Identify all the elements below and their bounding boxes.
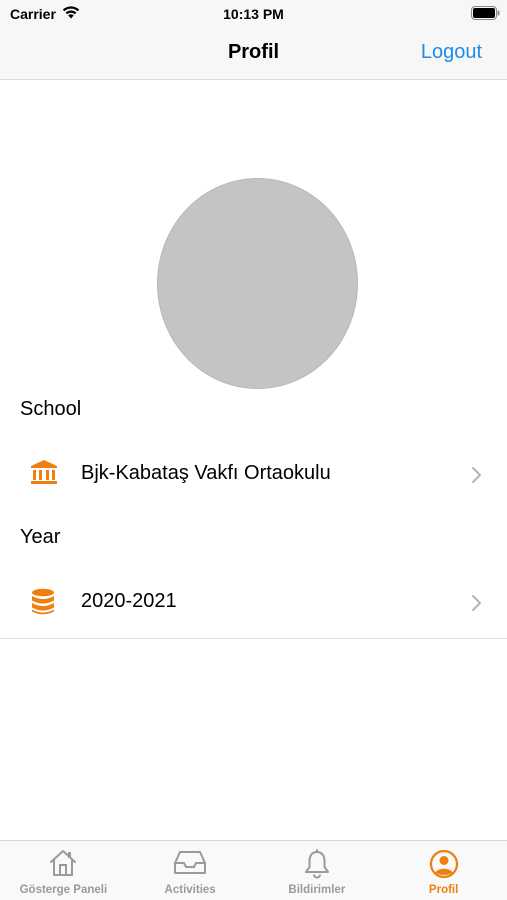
chevron-right-icon — [472, 595, 481, 611]
year-value: 2020-2021 — [81, 590, 177, 612]
tab-label: Gösterge Paneli — [19, 884, 108, 896]
status-bar: Carrier 10:13 PM — [0, 0, 507, 30]
tab-label: Activities — [164, 884, 216, 896]
tab-label: Bildirimler — [288, 884, 346, 896]
tab-bar: Gösterge Paneli Activities Bildirimler P… — [0, 840, 507, 900]
chevron-right-icon — [472, 467, 481, 483]
school-row[interactable]: Bjk-Kabataş Vakfı Ortaokulu — [0, 442, 507, 506]
avatar[interactable] — [157, 178, 358, 389]
tab-gosterge-paneli[interactable]: Gösterge Paneli — [0, 841, 127, 900]
tab-profil[interactable]: Profil — [380, 841, 507, 900]
battery-icon — [471, 6, 500, 20]
tab-bildirimler[interactable]: Bildirimler — [254, 841, 381, 900]
bell-icon — [304, 849, 329, 879]
navigation-bar: Profil Logout — [0, 30, 507, 80]
user-circle-icon — [429, 849, 458, 879]
year-row[interactable]: 2020-2021 — [0, 570, 507, 634]
tab-activities[interactable]: Activities — [127, 841, 254, 900]
school-name: Bjk-Kabataş Vakfı Ortaokulu — [81, 462, 331, 484]
institution-icon — [31, 460, 57, 484]
status-time: 10:13 PM — [223, 6, 284, 22]
database-icon — [32, 588, 54, 615]
home-icon — [50, 850, 77, 876]
logout-button[interactable]: Logout — [421, 41, 482, 64]
inbox-tray-icon — [174, 851, 207, 874]
school-section-label: School — [20, 398, 82, 420]
tab-label: Profil — [428, 884, 459, 896]
list-divider — [0, 638, 507, 639]
year-section-label: Year — [20, 526, 61, 548]
